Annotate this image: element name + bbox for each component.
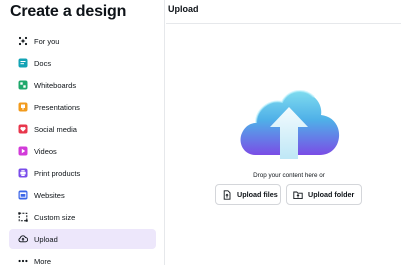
- social-heart-icon: [18, 124, 28, 134]
- website-icon: [18, 190, 28, 200]
- printer-icon: [18, 168, 28, 178]
- sidebar-item-print-products[interactable]: Print products: [9, 163, 156, 183]
- upload-panel: Upload Drop your content here or Upload …: [166, 0, 401, 265]
- presentation-icon: [18, 102, 28, 112]
- sidebar-item-label: Videos: [34, 146, 57, 156]
- sidebar-item-label: Custom size: [34, 212, 76, 222]
- file-upload-icon: [222, 189, 232, 200]
- drop-zone[interactable]: [236, 85, 342, 167]
- sidebar-item-social-media[interactable]: Social media: [9, 119, 156, 139]
- custom-size-icon: [18, 212, 28, 222]
- video-icon: [18, 146, 28, 156]
- more-dots-icon: [18, 256, 28, 265]
- sidebar-item-label: Presentations: [34, 102, 80, 112]
- sidebar-item-label: Websites: [34, 190, 65, 200]
- sidebar-item-label: Print products: [34, 168, 81, 178]
- sidebar-item-label: Upload: [34, 234, 58, 244]
- sidebar-item-label: For you: [34, 36, 60, 46]
- sidebar-item-label: Whiteboards: [34, 80, 77, 90]
- sidebar-item-upload[interactable]: Upload: [9, 229, 156, 249]
- sidebar-item-for-you[interactable]: For you: [9, 31, 156, 51]
- sidebar-item-whiteboards[interactable]: Whiteboards: [9, 75, 156, 95]
- upload-files-button[interactable]: Upload files: [215, 184, 281, 205]
- sidebar-item-presentations[interactable]: Presentations: [9, 97, 156, 117]
- sidebar: Create a design For you Docs Whiteboards…: [0, 0, 165, 265]
- cloud-upload-icon: [18, 234, 28, 244]
- cloud-upload-illustration-icon: [240, 90, 340, 159]
- docs-icon: [18, 58, 28, 68]
- sidebar-item-docs[interactable]: Docs: [9, 53, 156, 73]
- sidebar-nav: For you Docs Whiteboards Presentations S: [9, 31, 156, 265]
- upload-folder-label: Upload folder: [308, 190, 355, 199]
- sidebar-item-videos[interactable]: Videos: [9, 141, 156, 161]
- app-title: Create a design: [10, 3, 127, 20]
- whiteboard-icon: [18, 80, 28, 90]
- sidebar-item-websites[interactable]: Websites: [9, 185, 156, 205]
- sidebar-item-more[interactable]: More: [9, 251, 156, 265]
- upload-files-label: Upload files: [237, 190, 278, 199]
- panel-header: Upload: [166, 0, 401, 24]
- sparkle-grid-icon: [18, 36, 28, 46]
- sidebar-item-label: Docs: [34, 58, 52, 68]
- drop-hint-text: Drop your content here or: [253, 172, 325, 179]
- sidebar-item-label: Social media: [34, 124, 77, 134]
- sidebar-item-custom-size[interactable]: Custom size: [9, 207, 156, 227]
- sidebar-item-label: More: [34, 256, 52, 265]
- page-title: Upload: [168, 4, 199, 14]
- upload-folder-button[interactable]: Upload folder: [286, 184, 362, 205]
- folder-upload-icon: [293, 190, 303, 200]
